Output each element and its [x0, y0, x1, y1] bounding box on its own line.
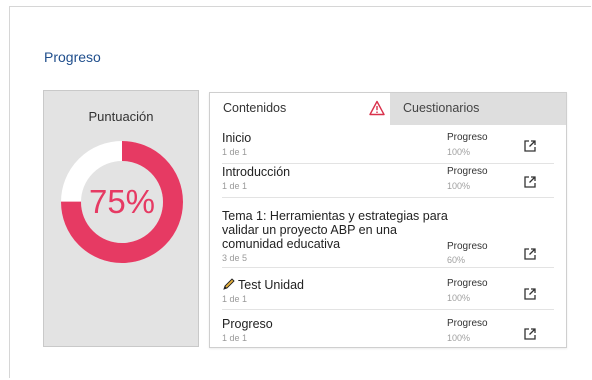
- row-count: 1 de 1: [222, 147, 248, 157]
- row-count: 3 de 5: [222, 253, 248, 263]
- progress-label: Progreso: [447, 278, 488, 289]
- progress-label: Progreso: [447, 166, 488, 177]
- score-title: Puntuación: [88, 109, 154, 124]
- page-title: Progreso: [44, 49, 101, 65]
- list-item: Progreso 1 de 1 Progreso 100%: [222, 317, 554, 349]
- list-item: Inicio 1 de 1 Progreso 100%: [222, 131, 554, 164]
- open-external-icon[interactable]: [523, 247, 537, 261]
- row-count: 1 de 1: [222, 181, 248, 191]
- open-external-icon[interactable]: [523, 327, 537, 341]
- progress-value: 100%: [447, 181, 471, 191]
- progress-label: Progreso: [447, 318, 488, 329]
- score-value: 75%: [88, 183, 156, 220]
- tab-bar: Contenidos Cuestionarios: [210, 93, 566, 125]
- warning-triangle-icon: [369, 100, 385, 116]
- list-item: Tema 1: Herramientas y estrategias para …: [222, 209, 554, 268]
- row-title-text: Test Unidad: [238, 278, 305, 292]
- row-title: Inicio: [222, 131, 252, 145]
- row-title: Progreso: [222, 317, 273, 331]
- row-title-line: Tema 1: Herramientas y estrategias para: [222, 209, 448, 223]
- progress-panel: Contenidos Cuestionarios Inicio 1 de 1 P…: [209, 92, 567, 348]
- tab-contenidos[interactable]: Contenidos: [210, 93, 390, 125]
- progress-value: 100%: [447, 333, 471, 343]
- progress-label: Progreso: [447, 132, 488, 143]
- tab-cuestionarios-label: Cuestionarios: [403, 101, 480, 115]
- row-title-line: comunidad educativa: [222, 237, 341, 251]
- row-title: Test Unidad: [222, 277, 554, 292]
- progress-value: 100%: [447, 293, 471, 303]
- row-count: 1 de 1: [222, 294, 248, 304]
- progress-value: 100%: [447, 147, 471, 157]
- list-item: Test Unidad 1 de 1 Progreso 100%: [222, 277, 554, 310]
- row-title-line: validar un proyecto ABP en una: [222, 223, 397, 237]
- score-card: Puntuación 75%: [43, 90, 199, 347]
- open-external-icon[interactable]: [523, 139, 537, 153]
- tab-cuestionarios[interactable]: Cuestionarios: [390, 93, 566, 125]
- pencil-icon: [223, 278, 235, 290]
- progress-label: Progreso: [447, 241, 488, 252]
- tab-contenidos-label: Contenidos: [223, 101, 287, 115]
- row-count: 1 de 1: [222, 333, 248, 343]
- progress-value: 60%: [447, 255, 466, 265]
- list-item: Introducción 1 de 1 Progreso 100%: [222, 165, 554, 198]
- row-title: Introducción: [222, 165, 291, 179]
- open-external-icon[interactable]: [523, 175, 537, 189]
- open-external-icon[interactable]: [523, 287, 537, 301]
